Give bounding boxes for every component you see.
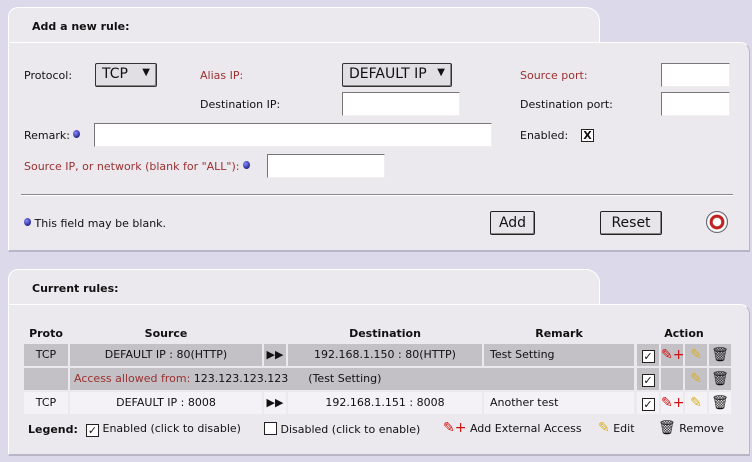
legend-disabled: Disabled (click to enable): [264, 422, 420, 436]
remark-input[interactable]: [94, 123, 492, 147]
blank-allowed-dot-icon: [24, 218, 31, 226]
destination-port-input[interactable]: [661, 92, 730, 116]
source-ip-label: Source IP, or network (blank for "ALL"):: [24, 160, 240, 173]
remark-label: Remark:: [24, 129, 70, 142]
header-remark: Remark: [535, 327, 583, 340]
legend-remove: 🗑 Remove: [658, 420, 724, 436]
alias-ip-value: DEFAULT IP: [349, 66, 427, 82]
source-port-label: Source port:: [520, 69, 588, 82]
remark-cell: Another test: [484, 392, 634, 414]
checkbox-checked-icon: ✓: [641, 398, 655, 411]
enabled-toggle[interactable]: ✓: [637, 392, 659, 414]
add-button[interactable]: Add: [490, 211, 535, 235]
destination-port-label: Destination port:: [520, 98, 613, 111]
remove-trash-icon: 🗑: [658, 420, 676, 436]
alias-ip-select[interactable]: DEFAULT IP ▼: [342, 63, 452, 87]
legend-add-external: ✎+ Add External Access: [443, 420, 582, 436]
divider: [21, 194, 733, 196]
empty-cell: [661, 368, 683, 390]
source-cell: DEFAULT IP : 8008: [70, 392, 262, 414]
destination-ip-input[interactable]: [342, 92, 460, 116]
header-action: Action: [664, 327, 704, 340]
source-port-input[interactable]: [661, 63, 730, 87]
proto-cell: TCP: [24, 344, 68, 366]
edit-pencil-icon[interactable]: ✎: [685, 344, 707, 366]
destination-cell: 192.168.1.151 : 8008: [288, 392, 482, 414]
blank-allowed-dot-icon: [243, 161, 250, 169]
destination-ip-label: Destination IP:: [200, 98, 281, 111]
legend-remove-text: Remove: [679, 422, 724, 435]
legend-label: Legend:: [28, 423, 78, 436]
remark-label-wrap: Remark:: [24, 129, 81, 142]
help-lifebuoy-icon[interactable]: [706, 211, 728, 233]
edit-pencil-icon[interactable]: ✎: [685, 368, 707, 390]
access-cell: Access allowed from: 123.123.123.123 (Tes…: [70, 368, 634, 390]
checkbox-checked-icon: ✓: [641, 374, 655, 387]
add-external-access-icon[interactable]: ✎+: [661, 392, 684, 414]
remove-trash-icon[interactable]: 🗑: [709, 344, 731, 366]
access-label: Access allowed from:: [74, 372, 191, 385]
chevron-down-icon: ▼: [142, 67, 150, 78]
blank-note-text: This field may be blank.: [34, 217, 167, 230]
reset-button[interactable]: Reset: [600, 211, 662, 235]
enabled-label: Enabled:: [520, 129, 569, 142]
checkbox-checked-icon: ✓: [641, 350, 655, 363]
blank-allowed-dot-icon: [73, 130, 81, 138]
enabled-checkbox[interactable]: X: [581, 129, 594, 142]
legend-add-external-text: Add External Access: [469, 422, 582, 435]
source-cell: DEFAULT IP : 80(HTTP): [70, 344, 262, 366]
remark-cell: Test Setting: [484, 344, 634, 366]
add-external-access-icon[interactable]: ✎+: [661, 344, 684, 366]
forward-arrow-icon: ▶▶: [264, 344, 286, 366]
proto-cell: [24, 368, 68, 390]
header-proto: Proto: [29, 327, 63, 340]
add-external-access-icon: ✎+: [443, 420, 467, 436]
protocol-select[interactable]: TCP ▼: [95, 63, 157, 87]
add-rule-title: Add a new rule:: [32, 20, 130, 33]
remove-trash-icon[interactable]: 🗑: [709, 368, 731, 390]
protocol-value: TCP: [102, 66, 128, 82]
alias-ip-label: Alias IP:: [200, 69, 244, 82]
legend-edit: ✎ Edit: [598, 420, 635, 436]
source-ip-label-wrap: Source IP, or network (blank for "ALL"):: [24, 160, 250, 173]
protocol-label: Protocol:: [24, 69, 73, 82]
checkbox-empty-icon: [264, 422, 277, 435]
header-destination: Destination: [349, 327, 421, 340]
legend-edit-text: Edit: [613, 422, 635, 435]
current-rules-title: Current rules:: [32, 282, 119, 295]
blank-note: This field may be blank.: [24, 217, 166, 230]
edit-pencil-icon: ✎: [598, 420, 610, 436]
source-ip-input[interactable]: [267, 154, 385, 178]
legend-enabled: ✓ Enabled (click to disable): [86, 422, 241, 437]
enabled-toggle[interactable]: ✓: [637, 344, 659, 366]
forward-arrow-icon: ▶▶: [264, 392, 286, 414]
access-ip: 123.123.123.123: [193, 372, 289, 385]
checkbox-checked-icon: ✓: [86, 424, 99, 437]
legend-disabled-text: Disabled (click to enable): [280, 423, 421, 436]
enabled-toggle[interactable]: ✓: [637, 368, 659, 390]
access-remark: (Test Setting): [308, 372, 382, 385]
proto-cell: TCP: [24, 392, 68, 414]
edit-pencil-icon[interactable]: ✎: [685, 392, 707, 414]
header-source: Source: [144, 327, 188, 340]
chevron-down-icon: ▼: [437, 67, 445, 78]
destination-cell: 192.168.1.150 : 80(HTTP): [288, 344, 482, 366]
legend-enabled-text: Enabled (click to disable): [102, 422, 241, 435]
remove-trash-icon[interactable]: 🗑: [709, 392, 731, 414]
